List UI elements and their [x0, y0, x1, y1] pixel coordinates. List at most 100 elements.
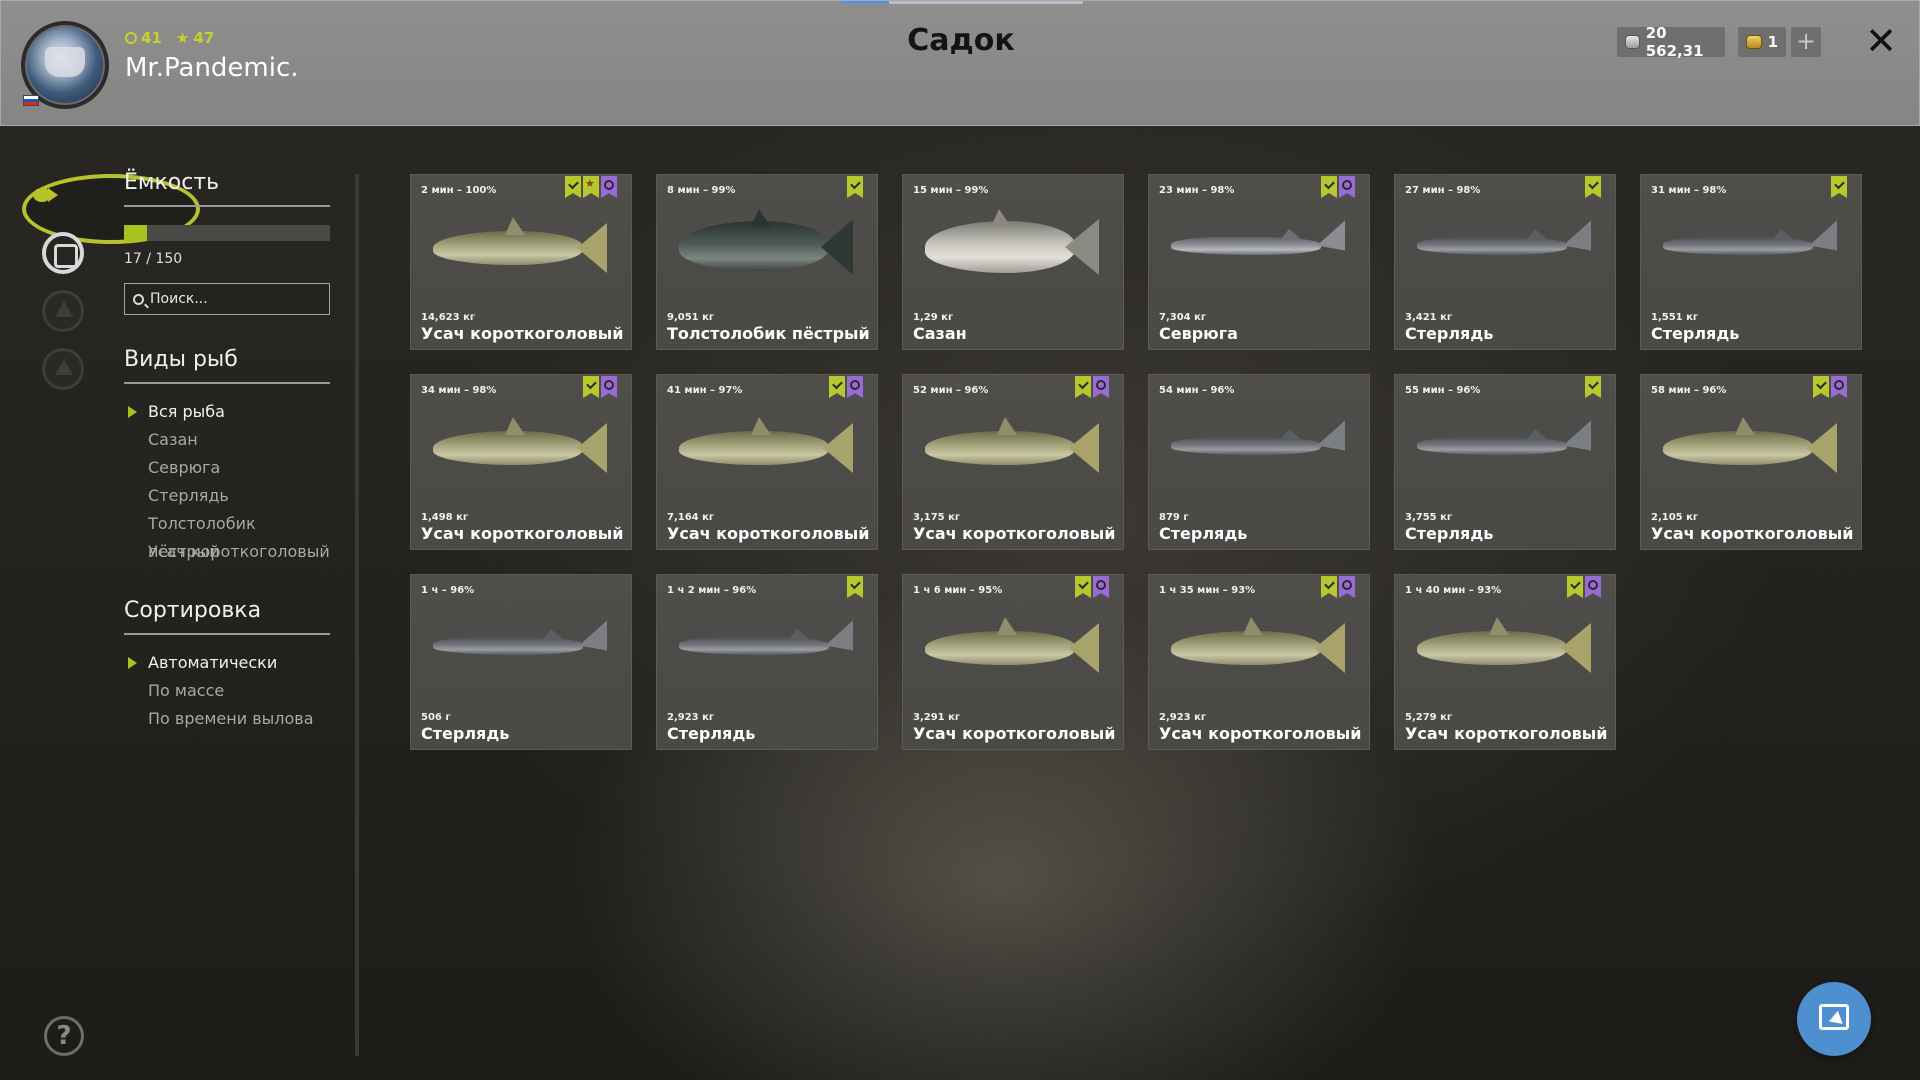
catch-time: 2 мин – 100%: [421, 185, 497, 196]
keepnet-tab-icon[interactable]: [42, 232, 84, 274]
fish-card[interactable]: 23 мин – 98% 7,304 кг Севрюга: [1148, 174, 1370, 350]
catch-time: 27 мин – 98%: [1405, 185, 1481, 196]
fish-weight: 879 г: [1159, 512, 1189, 523]
badges: [1321, 576, 1355, 598]
fish-body: [433, 431, 583, 465]
fish-name: Стерлядь: [667, 724, 756, 743]
fish-tail: [1069, 423, 1099, 473]
fish-name: Усач короткоголовый: [667, 524, 870, 543]
selected-arrow-icon: [128, 657, 137, 669]
check-badge-icon: [847, 576, 863, 598]
species-item-stellate-sturgeon[interactable]: Севрюга: [124, 454, 330, 482]
search-box[interactable]: [124, 283, 330, 315]
fish-weight: 14,623 кг: [421, 312, 476, 323]
home-tab-icon[interactable]: [42, 348, 84, 390]
fish-name: Усач короткоголовый: [421, 524, 624, 543]
catch-time: 1 ч 40 мин – 93%: [1405, 585, 1502, 596]
catch-time: 1 ч 6 мин – 95%: [913, 585, 1003, 596]
fish-tail: [1315, 623, 1345, 673]
species-item-all[interactable]: Вся рыба: [124, 398, 330, 426]
sort-item-auto[interactable]: Автоматически: [124, 649, 330, 677]
fish-card[interactable]: 34 мин – 98% 1,498 кг Усач короткоголовый: [410, 374, 632, 550]
fish-fin: [997, 617, 1017, 635]
fish-tail: [1317, 420, 1345, 460]
fish-image: [1663, 413, 1841, 483]
cursor-mode-button[interactable]: [1797, 982, 1871, 1056]
badges: [1813, 376, 1847, 398]
fish-name: Стерлядь: [1651, 324, 1740, 343]
capacity-bar: [124, 225, 330, 241]
badges: [829, 376, 863, 398]
fish-weight: 9,051 кг: [667, 312, 715, 323]
fish-image: [925, 613, 1103, 683]
catch-time: 23 мин – 98%: [1159, 185, 1235, 196]
fish-card[interactable]: 1 ч 6 мин – 95% 3,291 кг Усач короткоголов…: [902, 574, 1124, 750]
fish-card[interactable]: 1 ч 35 мин – 93% 2,923 кг Усач короткоголо…: [1148, 574, 1370, 750]
species-item-label: Севрюга: [148, 458, 221, 477]
fish-card[interactable]: 41 мин – 97% 7,164 кг Усач короткоголовый: [656, 374, 878, 550]
fish-image: [679, 209, 857, 283]
badges: [847, 576, 863, 598]
fish-card[interactable]: 1 ч 2 мин – 96% 2,923 кг Стерлядь: [656, 574, 878, 750]
close-button[interactable]: ✕: [1863, 19, 1899, 63]
fish-name: Стерлядь: [1405, 524, 1494, 543]
fish-weight: 1,498 кг: [421, 512, 469, 523]
catch-time: 1 ч 2 мин – 96%: [667, 585, 757, 596]
panel-divider: [355, 174, 359, 1056]
species-item-bighead-carp[interactable]: Толстолобик пёстрый: [124, 510, 330, 561]
fish-image: [1663, 213, 1841, 283]
search-input[interactable]: [150, 291, 320, 307]
fish-image: [433, 413, 611, 483]
fish-tail: [1807, 423, 1837, 473]
fish-weight: 3,291 кг: [913, 712, 961, 723]
fish-card[interactable]: 55 мин – 96% 3,755 кг Стерлядь: [1394, 374, 1616, 550]
species-item-carp[interactable]: Сазан: [124, 426, 330, 454]
capacity-fill: [124, 225, 148, 241]
fish-card[interactable]: 31 мин – 98% 1,551 кг Стерлядь: [1640, 174, 1862, 350]
fish-fin: [1243, 617, 1263, 635]
fish-name: Севрюга: [1159, 324, 1238, 343]
badges: [1585, 176, 1601, 198]
fish-body: [1171, 437, 1321, 455]
award-badge-icon: [1831, 376, 1847, 398]
fish-fin: [789, 629, 809, 639]
check-badge-icon: [1585, 376, 1601, 398]
sort-item-time[interactable]: По времени вылова: [124, 705, 330, 733]
species-item-barbel[interactable]: Усач короткоголовый: [124, 538, 330, 566]
selected-arrow-icon: [128, 406, 137, 418]
fish-body: [1417, 237, 1567, 255]
star-badge-icon: [583, 176, 599, 198]
fish-card[interactable]: 1 ч 40 мин – 93% 5,279 кг Усач короткоголо…: [1394, 574, 1616, 750]
add-currency-button[interactable]: +: [1791, 27, 1821, 57]
fish-fin: [1527, 229, 1547, 239]
fish-card[interactable]: 54 мин – 96% 879 г Стерлядь: [1148, 374, 1370, 550]
fish-name: Толстолобик пёстрый: [667, 324, 870, 343]
fish-card[interactable]: 27 мин – 98% 3,421 кг Стерлядь: [1394, 174, 1616, 350]
fish-tail: [825, 620, 853, 660]
fish-weight: 5,279 кг: [1405, 712, 1453, 723]
help-icon[interactable]: ?: [44, 1016, 84, 1056]
fish-card[interactable]: 8 мин – 99% 9,051 кг Толстолобик пёстрый: [656, 174, 878, 350]
sort-item-weight[interactable]: По массе: [124, 677, 330, 705]
silver-balance: 20 562,31: [1617, 24, 1725, 60]
check-badge-icon: [1075, 576, 1091, 598]
species-item-label: Вся рыба: [148, 402, 225, 421]
capacity-count: 17 / 150: [124, 251, 183, 267]
fish-name: Стерлядь: [421, 724, 510, 743]
trophy-tab-icon[interactable]: [42, 290, 84, 332]
species-title: Виды рыб: [124, 347, 330, 384]
check-badge-icon: [1813, 376, 1829, 398]
fish-card[interactable]: 52 мин – 96% 3,175 кг Усач короткоголовый: [902, 374, 1124, 550]
award-badge-icon: [847, 376, 863, 398]
fish-card[interactable]: 1 ч – 96% 506 г Стерлядь: [410, 574, 632, 750]
fish-body: [679, 431, 829, 465]
fish-weight: 506 г: [421, 712, 451, 723]
fish-card[interactable]: 15 мин – 99% 1,29 кг Сазан: [902, 174, 1124, 350]
fish-card[interactable]: 58 мин – 96% 2,105 кг Усач короткоголовый: [1640, 374, 1862, 550]
species-item-sterlet[interactable]: Стерлядь: [124, 482, 330, 510]
check-badge-icon: [1585, 176, 1601, 198]
gold-amount: 1: [1767, 33, 1778, 51]
fish-fin: [991, 209, 1011, 227]
cursor-icon: [1819, 1004, 1849, 1030]
fish-card[interactable]: 2 мин – 100% 14,623 кгУсач короткоголовый: [410, 174, 632, 350]
